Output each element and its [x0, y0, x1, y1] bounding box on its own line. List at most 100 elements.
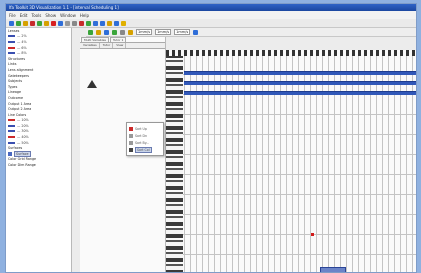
sidebar-item-label: — 8% — [17, 51, 27, 56]
context-menu-label: Sort Dn — [135, 133, 148, 138]
selection-box[interactable] — [320, 267, 346, 272]
menu-help[interactable]: Help — [80, 13, 89, 18]
line-swatch-icon — [8, 119, 15, 122]
window-title: lfa Toolkit 3D Visualization 1.1 - [inte… — [6, 4, 416, 11]
row-header-markers — [166, 56, 183, 272]
undo-icon[interactable] — [96, 29, 101, 35]
context-menu-label: Sort By... — [135, 140, 150, 145]
paste-icon[interactable] — [44, 20, 49, 26]
sidebar-item-label: — 4% — [17, 39, 27, 44]
sidebar-item-label: — 20% — [17, 123, 29, 128]
tab-multi-variables[interactable]: Multi Variables — [81, 37, 109, 42]
record-icon[interactable] — [51, 20, 56, 26]
tab-tutor[interactable]: Tutor 1 — [110, 37, 127, 42]
speed-field-2[interactable]: 1mm/s — [155, 29, 172, 35]
tool-icon[interactable] — [86, 20, 91, 26]
schedule-grid[interactable] — [166, 56, 416, 272]
menu-window[interactable]: Window — [60, 13, 76, 18]
menu-bar: File Edit Tools Show Window Help — [6, 11, 416, 19]
layer-tree: Lenses — 2% — 4% — 6% — 8% Structures Links Len… — [6, 28, 72, 272]
context-menu-item[interactable]: Sort Col — [129, 146, 161, 153]
menu-tools[interactable]: Tools — [31, 13, 41, 18]
sidebar-item-label: Gatekeepers — [8, 73, 29, 78]
corner-marker-icon — [87, 80, 97, 88]
line-swatch-icon — [8, 35, 15, 38]
sidebar-item-label: Lenses — [8, 28, 20, 33]
schedule-bar[interactable] — [184, 81, 416, 85]
context-menu-label: Sort Col — [135, 146, 152, 153]
arrow-icon[interactable] — [104, 29, 109, 35]
sidebar-item-label: Output 2 Area — [8, 107, 32, 112]
subtab-tutor[interactable]: Tutor — [101, 43, 114, 48]
sidebar-item-label: Lineage — [8, 90, 22, 95]
star-icon[interactable] — [121, 20, 126, 26]
schedule-bar[interactable] — [184, 91, 416, 95]
grid-row-lines — [166, 56, 416, 272]
globe-icon[interactable] — [93, 20, 98, 26]
pencil-icon[interactable] — [79, 20, 84, 26]
line-swatch-icon — [8, 46, 15, 49]
sidebar-item-label: Structures — [8, 56, 26, 61]
filter-icon[interactable] — [128, 29, 133, 35]
sort-icon — [129, 126, 133, 131]
open-icon[interactable] — [16, 20, 21, 26]
main-toolbar — [6, 19, 416, 28]
speed-field-3[interactable]: 1mm/s — [174, 29, 191, 35]
sidebar-item-label: Lens alignment — [8, 67, 34, 72]
stop-icon[interactable] — [58, 20, 63, 26]
sidebar-item-label: Subjects — [8, 79, 23, 84]
save-icon[interactable] — [23, 20, 28, 26]
line-swatch-icon — [8, 130, 15, 133]
context-menu: Sort Up Sort Dn Sort By... Sort Col — [126, 122, 164, 156]
zoom-icon[interactable] — [100, 20, 105, 26]
sidebar-item-label: Surfaces — [8, 146, 23, 151]
sidebar-item-label: Links — [8, 62, 17, 67]
subtab-view[interactable]: View — [114, 43, 127, 48]
line-swatch-icon — [8, 40, 15, 43]
context-menu-item[interactable]: Sort By... — [129, 139, 161, 146]
application-window: lfa Toolkit 3D Visualization 1.1 - [inte… — [5, 3, 417, 273]
line-swatch-icon — [8, 141, 15, 144]
menu-edit[interactable]: Edit — [20, 13, 28, 18]
speed-field-1[interactable]: 1mm/s — [136, 29, 153, 35]
context-menu-item[interactable]: Sort Up — [129, 125, 161, 132]
brush-icon[interactable] — [72, 20, 77, 26]
help-icon[interactable] — [107, 20, 112, 26]
sidebar-item-label: Color Dim Range — [8, 163, 36, 168]
red-marker — [311, 233, 314, 236]
line-swatch-icon — [8, 124, 15, 127]
schedule-bar[interactable] — [184, 71, 416, 75]
sidebar-item-label: — 6% — [17, 45, 27, 50]
new-icon[interactable] — [9, 20, 14, 26]
sidebar-item[interactable]: Color Dim Range — [6, 162, 71, 168]
sidebar-item-label: — 30% — [17, 129, 29, 134]
info-icon[interactable] — [114, 20, 119, 26]
sidebar-item-label: — 2% — [17, 34, 27, 39]
sort-icon — [129, 140, 133, 145]
cut-icon[interactable] — [30, 20, 35, 26]
sidebar-item-label: Outcome — [8, 95, 24, 100]
chart-icon[interactable] — [65, 20, 70, 26]
surface-icon — [8, 151, 12, 156]
sort-icon — [129, 133, 133, 138]
sidebar-item-label: Surface — [14, 150, 31, 157]
go-icon[interactable] — [193, 29, 199, 35]
subtab-variables[interactable]: Variables — [81, 43, 100, 48]
sidebar-item-label: Output 1 Area — [8, 101, 32, 106]
copy-icon[interactable] — [37, 20, 42, 26]
line-swatch-icon — [8, 136, 15, 139]
grid-icon[interactable] — [120, 29, 125, 35]
sort-icon — [129, 147, 133, 152]
menu-show[interactable]: Show — [45, 13, 56, 18]
plus-icon[interactable] — [112, 29, 117, 35]
context-menu-label: Sort Up — [135, 126, 147, 131]
sidebar-item-label: — 40% — [17, 135, 29, 140]
sidebar-item-label: Color Grid Range — [8, 157, 37, 162]
panel-subtabs: Variables Tutor View — [80, 43, 165, 49]
sidebar-item-label: — 50% — [17, 140, 29, 145]
context-menu-item[interactable]: Sort Dn — [129, 132, 161, 139]
menu-file[interactable]: File — [9, 13, 16, 18]
secondary-toolbar: 1mm/s 1mm/s 1mm/s — [86, 28, 416, 37]
sidebar-item-label: — 10% — [17, 118, 29, 123]
check-icon[interactable] — [88, 29, 93, 35]
